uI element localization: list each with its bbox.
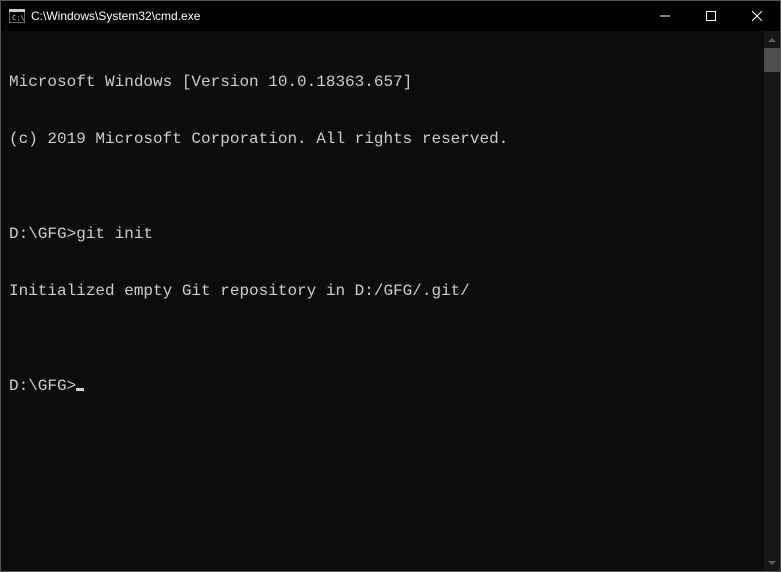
terminal-line: D:\GFG>git init — [9, 225, 772, 244]
svg-text:C:\: C:\ — [12, 14, 25, 22]
window-titlebar[interactable]: C:\ C:\Windows\System32\cmd.exe — [1, 1, 780, 31]
window-title: C:\Windows\System32\cmd.exe — [31, 9, 642, 23]
vertical-scrollbar[interactable] — [764, 31, 780, 571]
terminal-prompt-line: D:\GFG> — [9, 377, 772, 396]
terminal-line: Microsoft Windows [Version 10.0.18363.65… — [9, 73, 772, 92]
terminal-prompt: D:\GFG> — [9, 377, 76, 395]
terminal-cursor — [76, 388, 84, 391]
close-button[interactable] — [734, 1, 780, 31]
scrollbar-up-button[interactable] — [764, 31, 780, 48]
minimize-button[interactable] — [642, 1, 688, 31]
maximize-button[interactable] — [688, 1, 734, 31]
scrollbar-down-button[interactable] — [764, 554, 780, 571]
terminal-content: Microsoft Windows [Version 10.0.18363.65… — [9, 35, 772, 434]
terminal-line: Initialized empty Git repository in D:/G… — [9, 282, 772, 301]
cmd-icon: C:\ — [9, 8, 25, 24]
terminal-line: (c) 2019 Microsoft Corporation. All righ… — [9, 130, 772, 149]
window-controls — [642, 1, 780, 31]
scrollbar-thumb[interactable] — [764, 48, 780, 72]
terminal-body[interactable]: Microsoft Windows [Version 10.0.18363.65… — [1, 31, 780, 571]
